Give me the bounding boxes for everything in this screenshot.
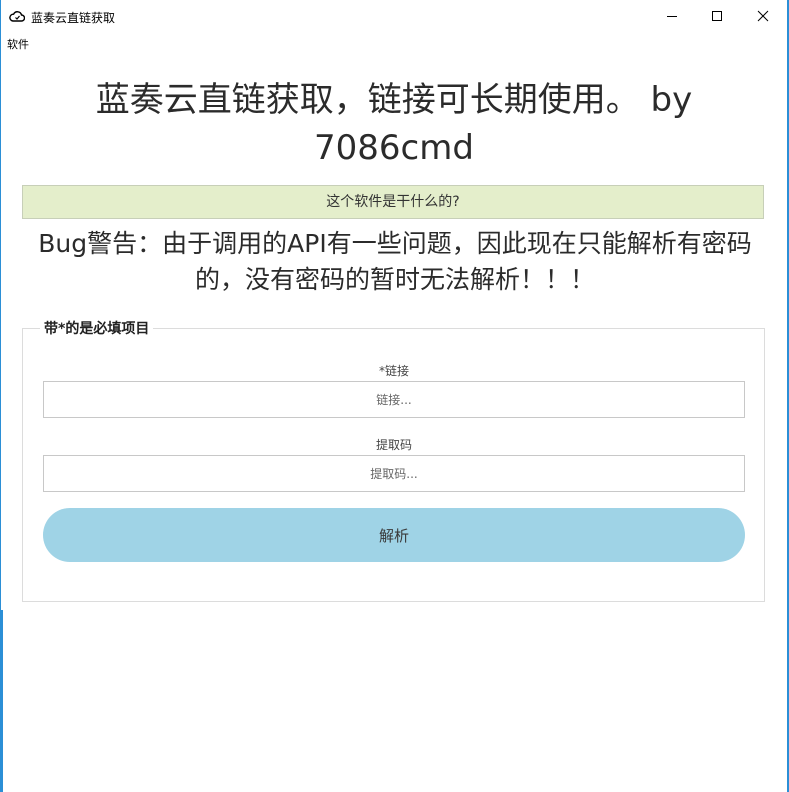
close-icon — [757, 10, 769, 22]
menu-item-software[interactable]: 软件 — [7, 36, 29, 52]
parse-button[interactable]: 解析 — [43, 508, 745, 562]
form-legend: 带*的是必填项目 — [40, 318, 154, 338]
link-input[interactable] — [43, 381, 745, 418]
extraction-code-input[interactable] — [43, 455, 745, 492]
menu-bar: 软件 — [1, 32, 787, 54]
bug-warning: Bug警告：由于调用的API有一些问题，因此现在只能解析有密码的，没有密码的暂时… — [38, 229, 752, 294]
minimize-button[interactable] — [649, 0, 695, 32]
app-window: 蓝奏云直链获取 软件 蓝奏云直链获取，链接可长期使用。 by 7086cmd 这… — [0, 0, 789, 792]
window-edge — [1, 610, 3, 792]
page-title: 蓝奏云直链获取，链接可长期使用。 by 7086cmd — [95, 80, 693, 168]
link-label: *链接 — [378, 364, 409, 378]
cloud-icon — [9, 11, 25, 22]
window-title: 蓝奏云直链获取 — [31, 11, 116, 25]
maximize-button[interactable] — [694, 0, 740, 32]
close-button[interactable] — [740, 0, 786, 32]
title-bar[interactable]: 蓝奏云直链获取 — [1, 0, 787, 32]
minimize-icon — [667, 16, 677, 17]
extraction-code-label: 提取码 — [375, 438, 412, 452]
maximize-icon — [712, 11, 722, 21]
about-toggle[interactable]: 这个软件是干什么的? — [22, 185, 764, 219]
